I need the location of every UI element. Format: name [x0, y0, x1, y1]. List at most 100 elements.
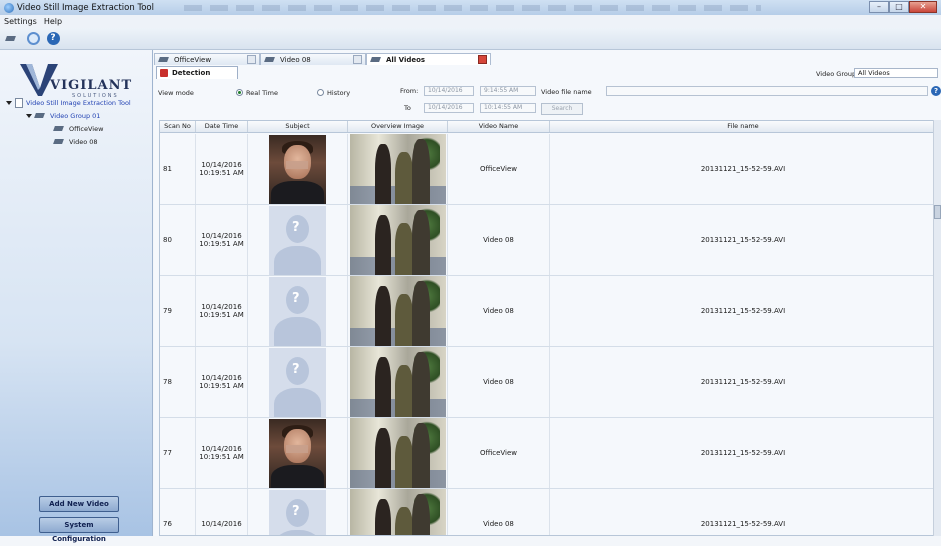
- system-configuration-button[interactable]: System Configuration: [39, 517, 119, 543]
- video-tree: Video Still Image Extraction Tool Video …: [6, 96, 131, 148]
- to-time-field[interactable]: 10:14:55 AM: [480, 103, 536, 113]
- overview-image-cell: [348, 418, 448, 488]
- tree-item-label: OfficeView: [69, 124, 104, 133]
- document-icon: [15, 97, 23, 108]
- view-mode-label: View mode: [158, 89, 194, 97]
- search-button[interactable]: Search: [541, 103, 583, 115]
- tab-close-icon[interactable]: [247, 55, 256, 64]
- tab-video08[interactable]: Video 08: [260, 53, 366, 65]
- overview-image: [349, 134, 446, 204]
- grid-scrollbar[interactable]: [933, 120, 941, 536]
- col-date-time[interactable]: Date Time: [196, 121, 248, 132]
- file-name-cell: 20131121_15-52-59.AVI: [550, 347, 935, 417]
- camera-icon: [54, 125, 66, 133]
- menu-bar: Settings Help: [0, 15, 941, 28]
- overview-image-cell: [348, 276, 448, 346]
- tree-root-label: Video Still Image Extraction Tool: [26, 98, 131, 107]
- overview-image: [349, 205, 446, 275]
- expand-arrow-icon[interactable]: [6, 100, 12, 105]
- scrollbar-thumb[interactable]: [934, 205, 941, 219]
- subject-image: [269, 134, 326, 204]
- tab-all-videos[interactable]: All Videos: [366, 53, 491, 65]
- real-time-label: Real Time: [246, 89, 278, 97]
- toolbar: ?: [0, 28, 941, 50]
- unknown-subject-icon: ?: [269, 276, 326, 346]
- app-icon: [4, 2, 14, 13]
- table-row[interactable]: 79 10/14/2016 10:19:51 AM? Video 08 20131121…: [160, 276, 935, 347]
- camera-icon: [159, 56, 171, 64]
- tree-root[interactable]: Video Still Image Extraction Tool: [6, 96, 131, 109]
- window-title: Video Still Image Extraction Tool: [17, 2, 154, 13]
- from-label: From:: [400, 87, 419, 95]
- overview-image-cell: [348, 205, 448, 275]
- table-row[interactable]: 76 10/14/2016? Video 08 20131121_15-52-59.A…: [160, 489, 935, 535]
- expand-arrow-icon[interactable]: [26, 113, 32, 118]
- add-new-video-button[interactable]: Add New Video: [39, 496, 119, 512]
- tree-group-label: Video Group 01: [50, 111, 101, 120]
- settings-icon[interactable]: [26, 32, 40, 46]
- file-name-cell: 20131121_15-52-59.AVI: [550, 489, 935, 535]
- camera-icon[interactable]: [6, 32, 20, 46]
- main-panel: OfficeView Video 08 All Videos Detection…: [154, 50, 941, 536]
- menu-settings[interactable]: Settings: [0, 17, 40, 26]
- subtab-label: Detection: [172, 69, 211, 77]
- logo-text: VIGILANT: [50, 78, 133, 93]
- date-time-cell: 10/14/2016 10:19:51 AM: [196, 276, 248, 346]
- tab-label: OfficeView: [174, 55, 212, 64]
- menu-help[interactable]: Help: [40, 17, 65, 26]
- video-name-cell: Video 08: [448, 276, 550, 346]
- scan-no-cell: 78: [160, 347, 196, 417]
- from-time-field[interactable]: 9:14:55 AM: [480, 86, 536, 96]
- maximize-button[interactable]: □: [889, 1, 909, 13]
- col-subject[interactable]: Subject: [248, 121, 348, 132]
- camera-icon: [54, 138, 66, 146]
- date-time-cell: 10/14/2016 10:19:51 AM: [196, 205, 248, 275]
- col-overview-image[interactable]: Overview Image: [348, 121, 448, 132]
- tab-detection[interactable]: Detection: [156, 66, 238, 79]
- from-date-field[interactable]: 10/14/2016: [424, 86, 474, 96]
- scan-no-cell: 76: [160, 489, 196, 535]
- video-group-select[interactable]: All Videos: [854, 68, 938, 78]
- video-name-cell: OfficeView: [448, 134, 550, 204]
- video-file-name-input[interactable]: [606, 86, 928, 96]
- detection-icon: [160, 69, 168, 77]
- tab-close-icon[interactable]: [478, 55, 487, 64]
- help-icon[interactable]: ?: [46, 32, 60, 46]
- table-row[interactable]: 78 10/14/2016 10:19:51 AM? Video 08 20131121…: [160, 347, 935, 418]
- to-label: To: [404, 104, 411, 112]
- overview-image-cell: [348, 134, 448, 204]
- overview-image: [349, 347, 446, 417]
- vigilant-logo: VIGILANT SOLUTIONS: [20, 58, 133, 99]
- col-file-name[interactable]: File name: [550, 121, 935, 132]
- real-time-radio[interactable]: [236, 89, 243, 96]
- close-button[interactable]: ✕: [909, 1, 937, 13]
- tab-officeview[interactable]: OfficeView: [154, 53, 260, 65]
- video-name-cell: Video 08: [448, 347, 550, 417]
- date-time-cell: 10/14/2016 10:19:51 AM: [196, 418, 248, 488]
- tree-item-video08[interactable]: Video 08: [6, 135, 131, 148]
- subject-cell: ?: [248, 276, 348, 346]
- to-date-field[interactable]: 10/14/2016: [424, 103, 474, 113]
- minimize-button[interactable]: –: [869, 1, 889, 13]
- title-bar-blur: [183, 4, 761, 11]
- history-radio[interactable]: [317, 89, 324, 96]
- table-row[interactable]: 77 10/14/2016 10:19:51 AM OfficeView 2013112…: [160, 418, 935, 489]
- unknown-subject-icon: ?: [269, 489, 326, 535]
- tab-close-icon[interactable]: [353, 55, 362, 64]
- col-scan-no[interactable]: Scan No: [160, 121, 196, 132]
- col-video-name[interactable]: Video Name: [448, 121, 550, 132]
- video-file-name-label: Video file name: [541, 88, 592, 96]
- tab-label: Video 08: [280, 55, 311, 64]
- tree-group[interactable]: Video Group 01: [6, 109, 131, 122]
- tree-item-officeview[interactable]: OfficeView: [6, 122, 131, 135]
- table-row[interactable]: 81 10/14/2016 10:19:51 AM OfficeView 2013112…: [160, 134, 935, 205]
- help-icon[interactable]: ?: [931, 86, 941, 96]
- overview-image-cell: [348, 489, 448, 535]
- unknown-subject-icon: ?: [269, 347, 326, 417]
- video-name-cell: Video 08: [448, 205, 550, 275]
- history-label: History: [327, 89, 351, 97]
- camera-icon: [371, 56, 383, 64]
- unknown-subject-icon: ?: [269, 205, 326, 275]
- scan-no-cell: 80: [160, 205, 196, 275]
- table-row[interactable]: 80 10/14/2016 10:19:51 AM? Video 08 20131121…: [160, 205, 935, 276]
